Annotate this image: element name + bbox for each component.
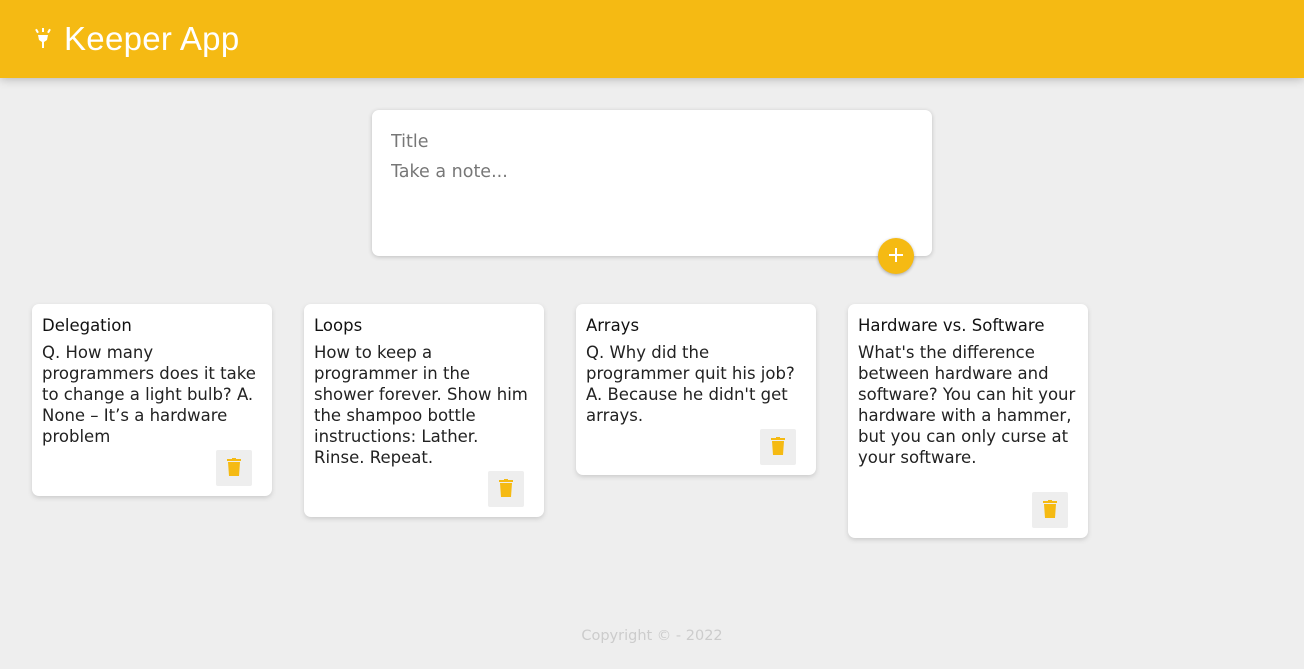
copyright-text: Copyright © - 2022	[581, 628, 723, 644]
add-note-button[interactable]	[878, 238, 914, 274]
plus-icon	[888, 247, 904, 266]
trash-icon	[227, 457, 241, 479]
footer: Copyright © - 2022	[0, 628, 1304, 644]
delete-note-button[interactable]	[488, 471, 524, 507]
note-title-input[interactable]	[391, 130, 913, 154]
note-content: Q. Why did the programmer quit his job? …	[586, 343, 800, 425]
trash-icon	[499, 478, 513, 500]
note-title: Delegation	[42, 316, 132, 335]
note-card: Arrays Q. Why did the programmer quit hi…	[576, 304, 816, 475]
note-content: How to keep a programmer in the shower f…	[314, 343, 534, 467]
note-content-input[interactable]	[391, 162, 913, 232]
note-content: What's the difference between hardware a…	[858, 343, 1081, 467]
app-title: Keeper App	[64, 20, 240, 57]
trash-icon	[771, 436, 785, 458]
note-title: Loops	[314, 316, 363, 335]
delete-note-button[interactable]	[216, 450, 252, 486]
note-title: Arrays	[586, 316, 640, 335]
create-note-form	[372, 110, 932, 256]
note-card: Delegation Q. How many programmers does …	[32, 304, 272, 496]
note-content: Q. How many programmers does it take to …	[42, 343, 262, 446]
delete-note-button[interactable]	[760, 429, 796, 465]
trash-icon	[1043, 499, 1057, 521]
lightbulb-icon	[34, 27, 54, 51]
delete-note-button[interactable]	[1032, 492, 1068, 528]
note-card: Loops How to keep a programmer in the sh…	[304, 304, 544, 517]
note-title: Hardware vs. Software	[858, 316, 1045, 335]
note-card: Hardware vs. Software What's the differe…	[848, 304, 1088, 538]
app-header: Keeper App	[0, 0, 1304, 78]
